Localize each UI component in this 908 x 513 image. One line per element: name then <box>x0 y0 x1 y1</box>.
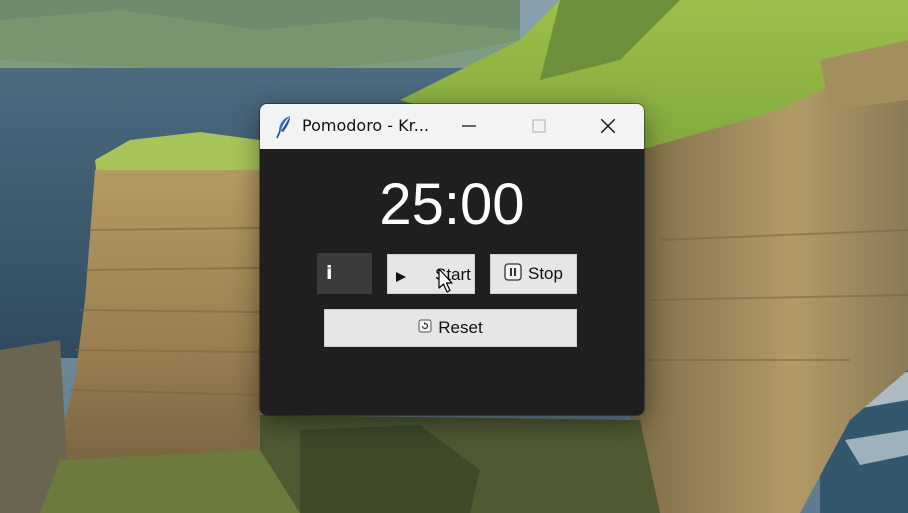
reset-label: Reset <box>438 318 483 337</box>
close-icon <box>601 119 615 133</box>
close-button[interactable] <box>585 104 631 149</box>
stop-label: Stop <box>528 264 563 283</box>
maximize-button[interactable] <box>516 104 562 149</box>
pomodoro-window: Pomodoro - Kr... 25:00 i Start Stop Rese… <box>260 104 644 415</box>
minimize-icon <box>462 125 476 127</box>
reset-icon <box>418 318 432 338</box>
mouse-cursor-icon <box>438 268 454 294</box>
feather-icon <box>275 115 295 139</box>
reset-button[interactable]: Reset <box>324 309 577 347</box>
play-icon <box>395 268 407 288</box>
window-title: Pomodoro - Kr... <box>302 116 430 135</box>
stop-button[interactable]: Stop <box>490 254 577 294</box>
start-button[interactable]: Start <box>387 254 475 294</box>
timer-display: 25:00 <box>379 172 525 237</box>
pause-icon <box>504 262 522 286</box>
title-bar[interactable]: Pomodoro - Kr... <box>260 104 644 149</box>
minimize-button[interactable] <box>446 104 492 149</box>
info-button[interactable]: i <box>317 253 372 294</box>
maximize-icon <box>532 119 546 133</box>
